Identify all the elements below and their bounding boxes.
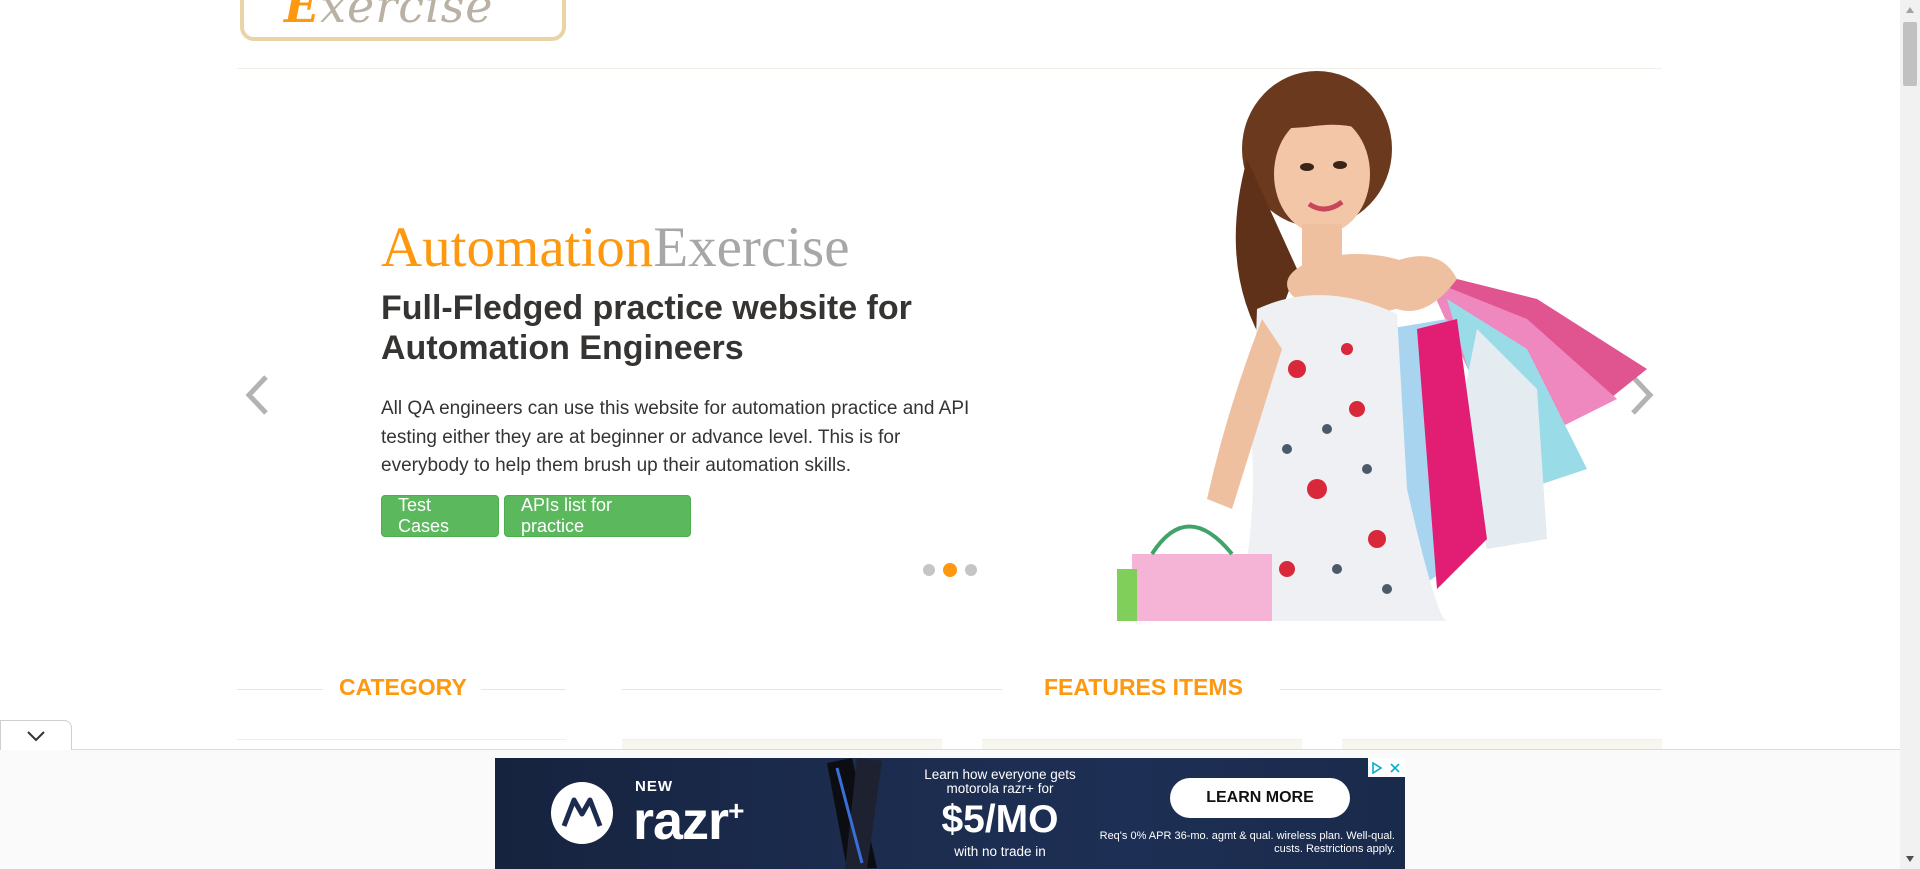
carousel-dot[interactable] bbox=[965, 564, 977, 576]
motorola-logo-icon bbox=[551, 782, 613, 844]
carousel-prev-button[interactable] bbox=[237, 375, 277, 415]
apis-list-button[interactable]: APIs list for practice bbox=[504, 495, 691, 537]
ad-tagline: Learn how everyone gets motorola razr+ f… bbox=[924, 767, 1076, 796]
page-scrollbar[interactable] bbox=[1900, 0, 1920, 869]
carousel-dot-active[interactable] bbox=[943, 563, 957, 577]
carousel-indicators bbox=[923, 563, 977, 577]
carousel-dot[interactable] bbox=[923, 564, 935, 576]
ad-close-icon[interactable] bbox=[1386, 758, 1404, 777]
site-logo[interactable]: Exercise bbox=[240, 0, 566, 41]
chevron-left-icon bbox=[245, 375, 268, 415]
chevron-down-icon bbox=[27, 730, 45, 741]
category-rule-left bbox=[237, 689, 323, 690]
ad-note: with no trade in bbox=[954, 844, 1046, 859]
features-title: FEATURES ITEMS bbox=[1030, 674, 1257, 701]
brand-heading: AutomationExercise bbox=[381, 216, 850, 279]
ad-choices bbox=[1368, 758, 1405, 777]
advertisement-banner[interactable]: NEW razr+ Learn how everyone gets motoro… bbox=[495, 758, 1405, 869]
hero-description: All QA engineers can use this website fo… bbox=[381, 398, 970, 476]
scroll-thumb[interactable] bbox=[1903, 22, 1917, 86]
scroll-down-arrow-icon[interactable] bbox=[1900, 849, 1920, 869]
phone-image bbox=[827, 758, 882, 869]
logo-text: Exercise bbox=[284, 0, 494, 33]
ad-product-name: razr+ bbox=[633, 791, 744, 851]
features-rule-right bbox=[1280, 689, 1662, 690]
category-title: CATEGORY bbox=[325, 674, 481, 701]
features-rule-left bbox=[622, 689, 1002, 690]
ad-info-icon[interactable] bbox=[1368, 758, 1386, 777]
hero-image bbox=[1117, 71, 1647, 621]
scroll-up-arrow-icon[interactable] bbox=[1900, 0, 1920, 20]
ad-legal-text: Req's 0% APR 36-mo. agmt & qual. wireles… bbox=[1099, 830, 1395, 855]
hero-headline: Full-Fledged practice website for Automa… bbox=[381, 289, 912, 367]
category-rule-right bbox=[480, 689, 566, 690]
test-cases-button[interactable]: Test Cases bbox=[381, 495, 499, 537]
collapse-ad-button[interactable] bbox=[0, 720, 72, 750]
ad-price: $5/MO bbox=[941, 798, 1059, 841]
hero-carousel: AutomationExercise Full-Fledged practice… bbox=[237, 69, 1662, 621]
learn-more-button[interactable]: LEARN MORE bbox=[1170, 778, 1350, 818]
